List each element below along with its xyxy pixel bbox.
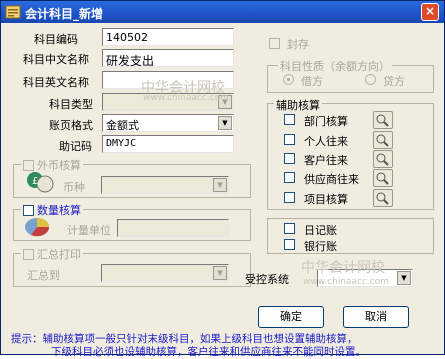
search-icon — [376, 192, 389, 205]
code-input[interactable]: 140502 — [102, 28, 234, 46]
cn-name-input[interactable]: 研发支出 — [102, 49, 234, 67]
aux-department-search-button[interactable] — [373, 111, 393, 129]
en-name-label: 科目英文名称 — [23, 76, 89, 89]
aux-customer-label: 客户往来 — [304, 154, 348, 167]
cancel-button[interactable]: 取消 — [343, 306, 409, 328]
aux-personal-label: 个人往来 — [304, 135, 348, 148]
title-bar[interactable]: 会计科目_新增 × — [1, 1, 444, 23]
aux-supplier-search-button[interactable] — [373, 169, 393, 187]
window-title: 会计科目_新增 — [25, 7, 104, 21]
mnemonic-input[interactable]: DMYJC — [102, 135, 234, 153]
aux-department-checkbox[interactable] — [284, 114, 295, 125]
search-icon — [376, 134, 389, 147]
page-format-label: 账页格式 — [49, 119, 93, 132]
aux-project-checkbox[interactable] — [284, 192, 295, 203]
quantity-checkbox[interactable] — [23, 204, 34, 216]
search-icon — [376, 114, 389, 127]
cn-name-label: 科目中文名称 — [23, 53, 89, 66]
close-icon: × — [424, 4, 436, 18]
type-label: 科目类型 — [49, 98, 93, 111]
watermark-url: www.chinaacc.com — [143, 93, 229, 103]
summary-print-title: 汇总打印 — [21, 246, 83, 262]
debit-radio[interactable] — [283, 74, 294, 85]
nature-title: 科目性质（余额方向） — [278, 58, 392, 74]
watermark-url-2: www.chinaacc.com — [303, 277, 389, 287]
dialog-window: 会计科目_新增 × 科目编码 140502 科目中文名称 研发支出 科目英文名称… — [0, 0, 445, 358]
currency-icon: £ — [27, 172, 54, 193]
summary-to-select: ▼ — [101, 264, 229, 282]
foreign-currency-checkbox[interactable] — [23, 159, 34, 171]
credit-radio[interactable] — [365, 74, 376, 85]
summary-print-checkbox[interactable] — [23, 248, 34, 260]
aux-personal-search-button[interactable] — [373, 131, 393, 149]
summary-to-label: 汇总到 — [27, 269, 60, 282]
aux-supplier-checkbox[interactable] — [284, 172, 295, 183]
summary-print-label: 汇总打印 — [37, 248, 81, 261]
debit-label: 借方 — [301, 75, 323, 88]
aux-personal-checkbox[interactable] — [284, 134, 295, 145]
tip-line-2: 下级科目必须也设辅助核算，客户往来和供应商往来不能同时设置。 — [51, 346, 366, 358]
auxiliary-title: 辅助核算 — [274, 97, 322, 113]
controlled-system-label: 受控系统 — [245, 273, 289, 286]
credit-label: 贷方 — [383, 75, 405, 88]
aux-project-search-button[interactable] — [373, 189, 393, 207]
seal-checkbox[interactable] — [269, 38, 280, 49]
aux-customer-search-button[interactable] — [373, 150, 393, 168]
daily-journal-checkbox[interactable] — [284, 223, 295, 234]
svg-text:£: £ — [32, 176, 38, 187]
page-format-value: 金额式 — [106, 119, 139, 132]
chevron-down-icon[interactable]: ▼ — [397, 271, 411, 285]
bank-journal-checkbox[interactable] — [284, 239, 295, 250]
daily-journal-label: 日记账 — [304, 224, 337, 237]
chevron-down-icon: ▼ — [213, 266, 227, 280]
app-icon — [5, 5, 21, 19]
ok-button[interactable]: 确定 — [258, 306, 324, 328]
currency-label: 币种 — [63, 181, 85, 194]
unit-input — [117, 219, 229, 237]
watermark-text-2: 中华会计网校 — [301, 260, 385, 276]
aux-department-label: 部门核算 — [304, 115, 348, 128]
bank-journal-label: 银行账 — [304, 240, 337, 253]
aux-supplier-label: 供应商往来 — [304, 173, 359, 186]
currency-select: ▼ — [101, 176, 229, 194]
chevron-down-icon[interactable]: ▼ — [218, 116, 232, 130]
mnemonic-label: 助记码 — [59, 140, 92, 153]
search-icon — [376, 172, 389, 185]
aux-customer-checkbox[interactable] — [284, 153, 295, 164]
close-button[interactable]: × — [421, 3, 439, 21]
search-icon — [376, 153, 389, 166]
chevron-down-icon: ▼ — [213, 178, 227, 192]
seal-label: 封存 — [287, 38, 309, 51]
aux-project-label: 项目核算 — [304, 193, 348, 206]
unit-label: 计量单位 — [67, 224, 111, 237]
code-label: 科目编码 — [34, 33, 78, 46]
quantity-icon — [25, 218, 50, 237]
page-format-select[interactable]: 金额式 ▼ — [102, 114, 234, 132]
